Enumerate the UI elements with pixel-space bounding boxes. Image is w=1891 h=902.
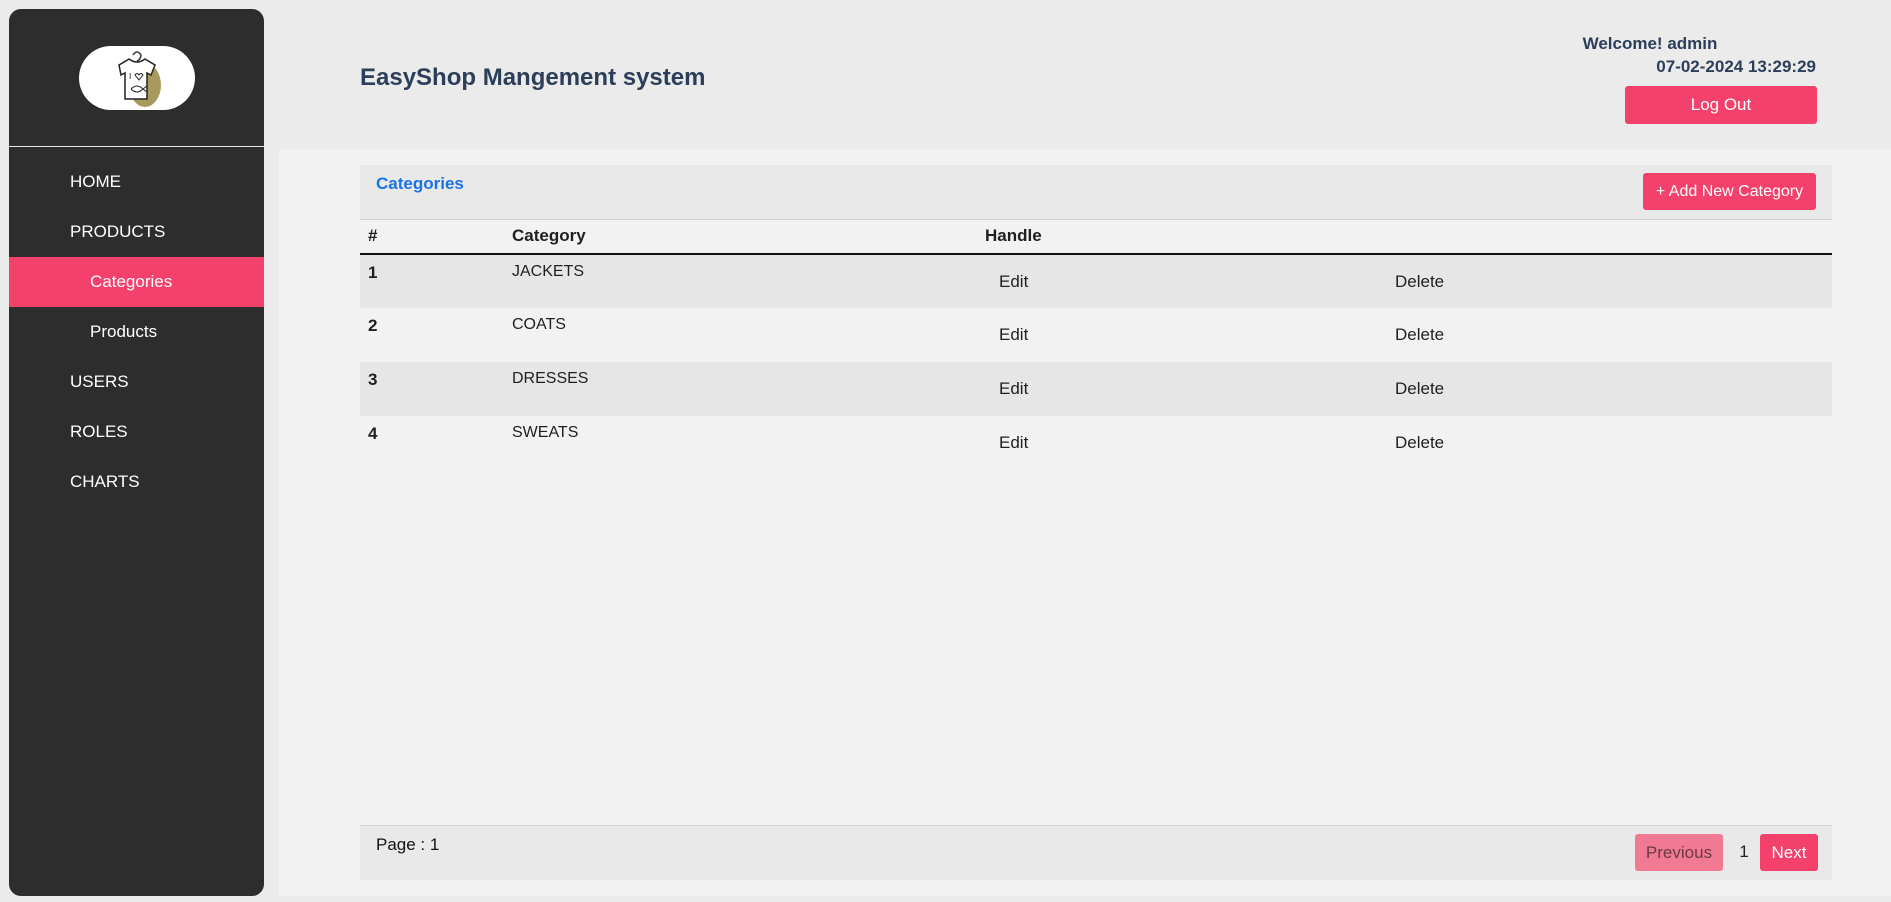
t-shirt-logo-icon: I [117,50,161,107]
page-title: EasyShop Mangement system [360,64,706,91]
column-header-handle: Handle [977,220,1373,255]
edit-cell: Edit [977,416,1373,470]
sidebar-item-users[interactable]: USERS [9,357,264,407]
logo[interactable]: I [78,45,195,110]
current-page-number[interactable]: 1 [1733,842,1755,862]
sidebar-item-roles[interactable]: ROLES [9,407,264,457]
column-header-number: # [360,220,504,255]
sidebar-item-categories[interactable]: Categories [9,257,264,307]
edit-cell: Edit [977,308,1373,362]
previous-page-button[interactable]: Previous [1635,834,1723,871]
table-row: 2 COATS Edit Delete [360,308,1832,362]
edit-link[interactable]: Edit [985,325,1028,345]
table-row: 1 JACKETS Edit Delete [360,254,1832,308]
category-name: JACKETS [504,254,977,308]
delete-link[interactable]: Delete [1381,272,1444,292]
table-header-row: # Category Handle [360,220,1832,255]
panel-header: Categories + Add New Category [360,165,1832,220]
sidebar: I HOME PRODUCTS Categories Products USER… [9,9,264,896]
row-number: 1 [360,254,504,308]
welcome-text: Welcome! admin [1582,34,1718,53]
row-number: 4 [360,416,504,470]
page-indicator: Page : 1 [376,835,440,854]
edit-cell: Edit [977,362,1373,416]
column-header-empty [1373,220,1832,255]
sidebar-item-home[interactable]: HOME [9,157,264,207]
delete-cell: Delete [1373,308,1832,362]
add-category-button[interactable]: + Add New Category [1643,173,1816,210]
svg-text:I: I [129,72,131,81]
edit-cell: Edit [977,254,1373,308]
sidebar-item-products-group[interactable]: PRODUCTS [9,207,264,257]
delete-link[interactable]: Delete [1381,433,1444,453]
category-name: SWEATS [504,416,977,470]
logout-button[interactable]: Log Out [1625,86,1817,124]
main-content: Categories + Add New Category # Category… [279,149,1891,896]
row-number: 2 [360,308,504,362]
row-number: 3 [360,362,504,416]
edit-link[interactable]: Edit [985,433,1028,453]
delete-link[interactable]: Delete [1381,379,1444,399]
categories-table: # Category Handle 1 JACKETS Edit Delete … [360,220,1832,470]
pagination-bar: Page : 1 Previous 1 Next [360,825,1832,880]
edit-link[interactable]: Edit [985,272,1028,292]
table-row: 4 SWEATS Edit Delete [360,416,1832,470]
table-row: 3 DRESSES Edit Delete [360,362,1832,416]
edit-link[interactable]: Edit [985,379,1028,399]
column-header-category: Category [504,220,977,255]
next-page-button[interactable]: Next [1760,834,1818,871]
category-name: COATS [504,308,977,362]
delete-cell: Delete [1373,416,1832,470]
delete-link[interactable]: Delete [1381,325,1444,345]
category-name: DRESSES [504,362,977,416]
sidebar-nav: HOME PRODUCTS Categories Products USERS … [9,147,264,507]
sidebar-item-products[interactable]: Products [9,307,264,357]
panel-title: Categories [376,174,464,193]
delete-cell: Delete [1373,362,1832,416]
delete-cell: Delete [1373,254,1832,308]
current-datetime: 07-02-2024 13:29:29 [1656,57,1816,76]
logo-area: I [9,9,264,147]
sidebar-item-charts[interactable]: CHARTS [9,457,264,507]
